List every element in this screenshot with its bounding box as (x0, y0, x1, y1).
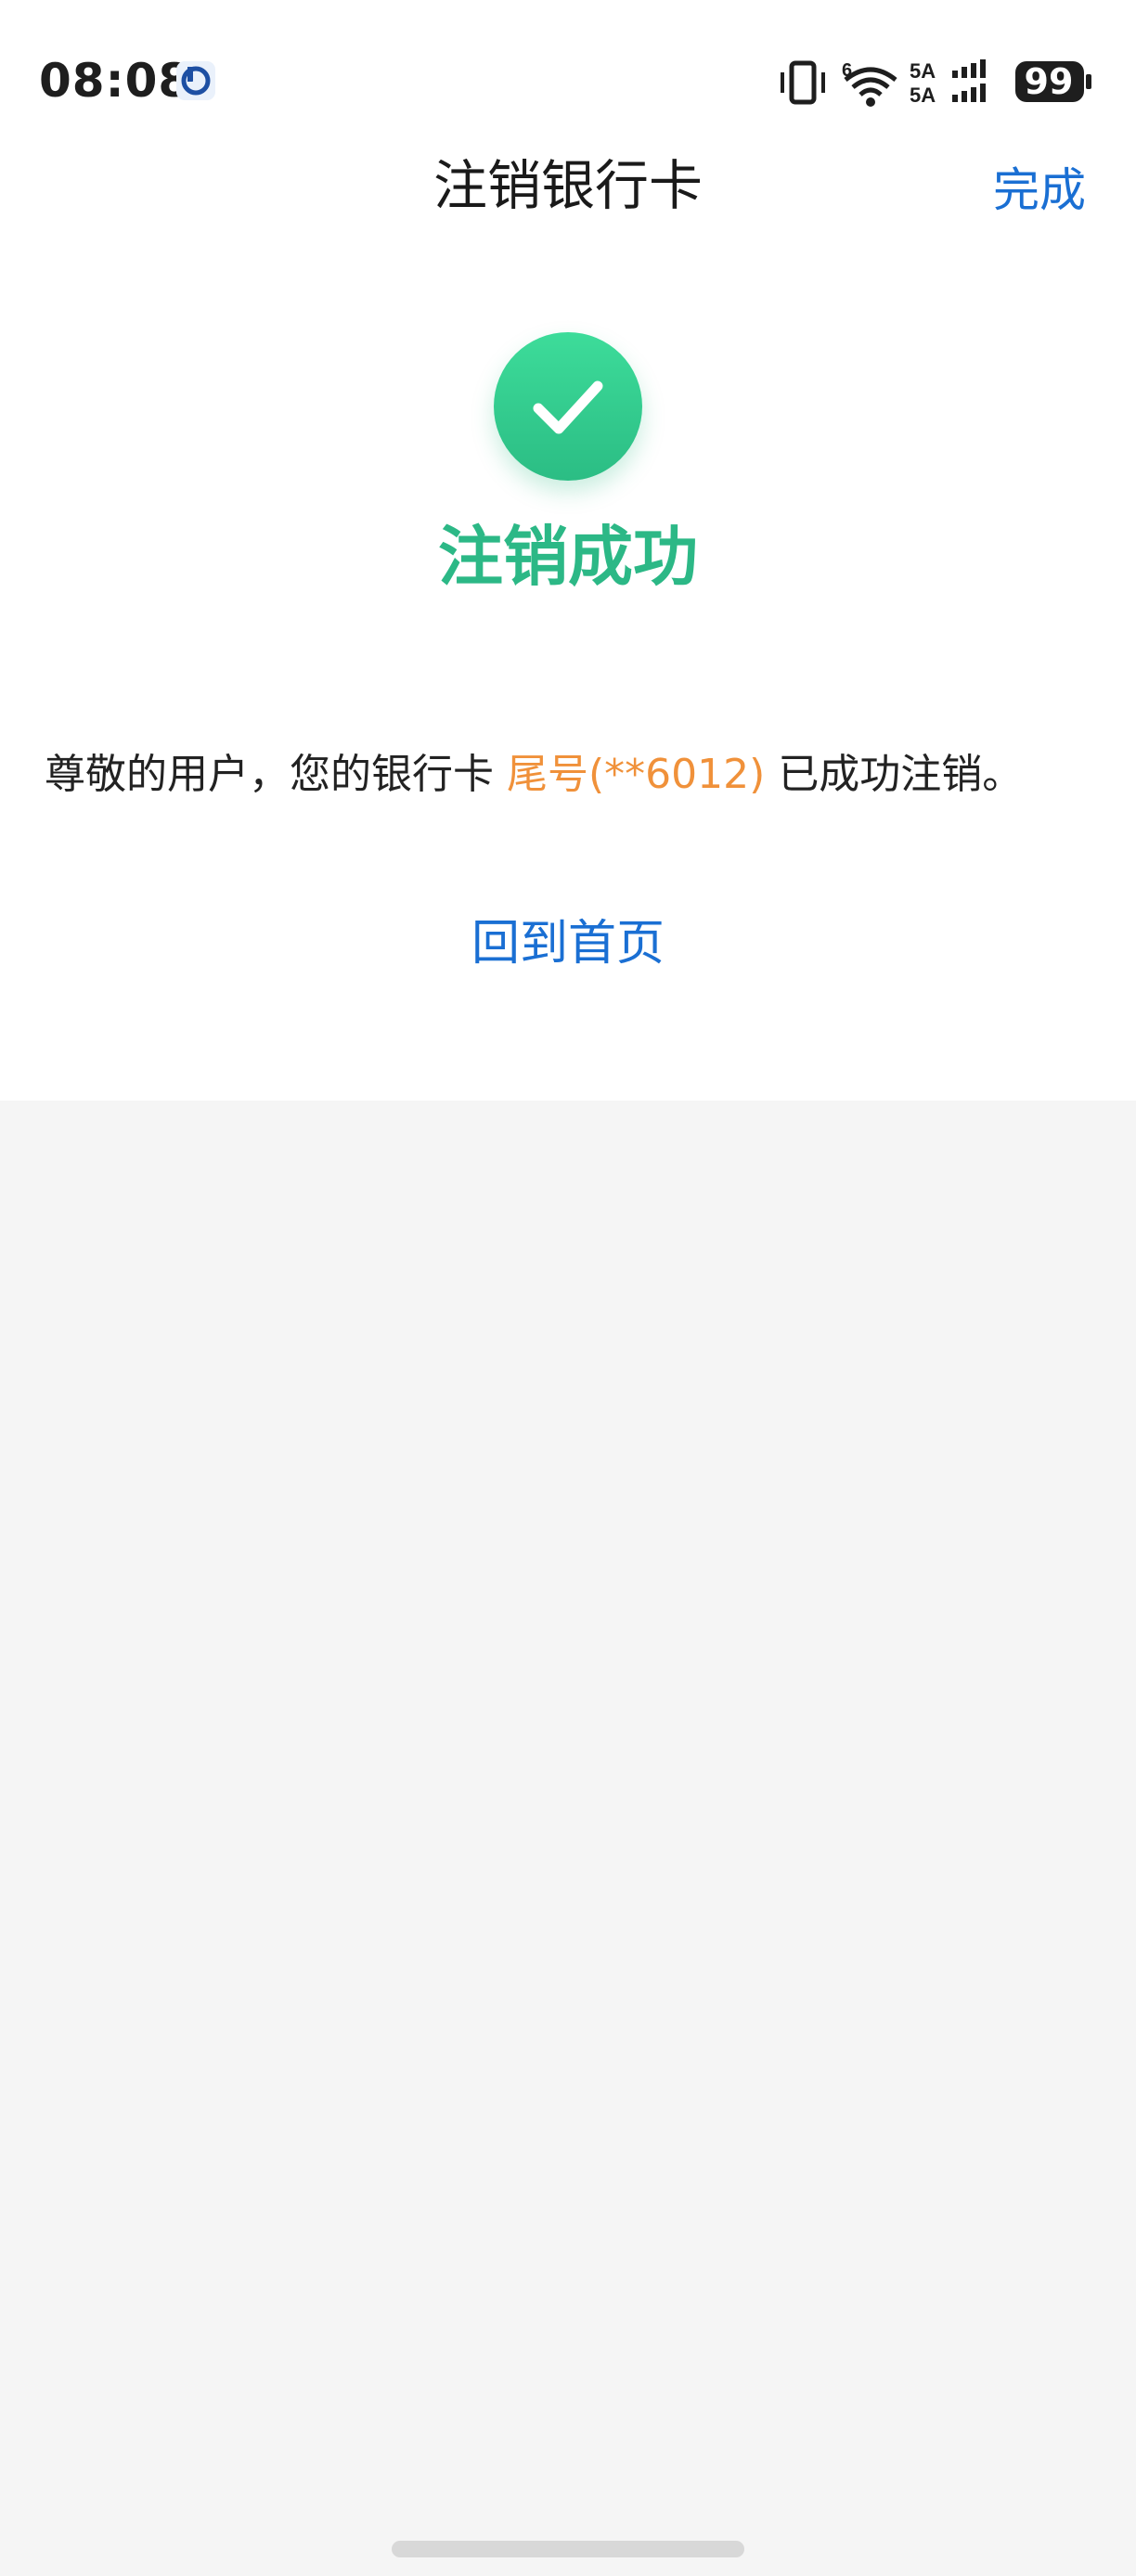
vibrate-icon (778, 56, 828, 111)
battery-level: 99 (1024, 61, 1074, 102)
done-button[interactable]: 完成 (993, 156, 1086, 225)
back-to-home-link[interactable]: 回到首页 (0, 909, 1136, 978)
result-message: 尊敬的用户，您的银行卡 尾号(**6012) 已成功注销。 (45, 742, 1023, 807)
svg-text:5A: 5A (910, 59, 936, 83)
message-prefix: 尊敬的用户，您的银行卡 (45, 751, 494, 798)
message-suffix: 已成功注销。 (778, 751, 1024, 798)
success-title: 注销成功 (438, 519, 698, 595)
screen: 08:08 6 5A 5A 99 注销银行卡 完成 注销成功 尊敬的用户，您的银… (0, 0, 1136, 2576)
bank-app-notification-icon (176, 61, 215, 100)
signal-icon: 5A 5A (910, 56, 1002, 111)
checkmark-icon (494, 332, 642, 481)
page-title: 注销银行卡 (432, 154, 703, 217)
clock: 08:08 (39, 54, 192, 108)
wifi-icon: 6 (840, 56, 901, 111)
svg-text:5A: 5A (910, 84, 936, 107)
home-indicator[interactable] (392, 2541, 744, 2557)
status-bar: 08:08 6 5A 5A 99 (0, 0, 1136, 139)
card-tail-number: 尾号(**6012) (507, 751, 766, 798)
